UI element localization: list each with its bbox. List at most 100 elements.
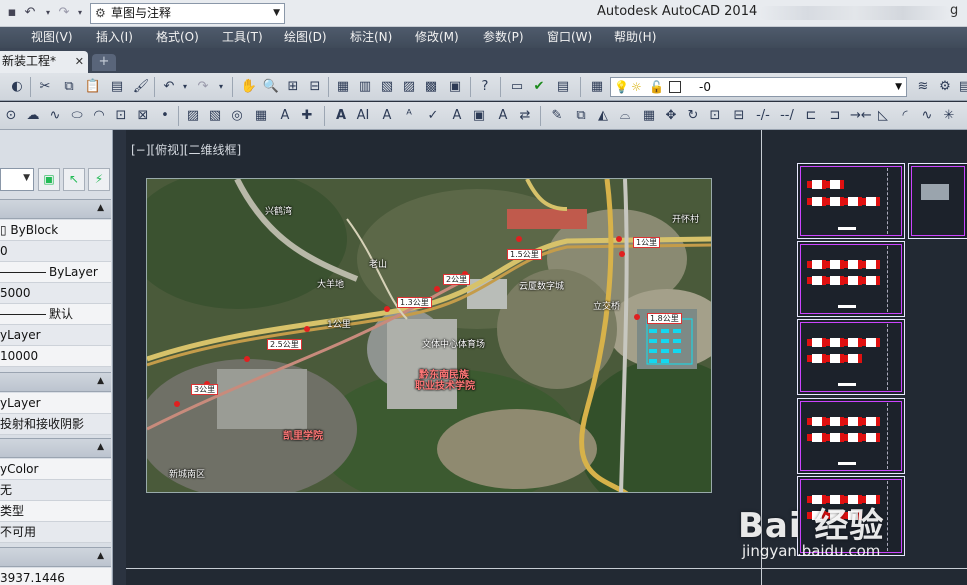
select-objects-button[interactable]: ↖ [63, 168, 85, 191]
section-plot-style-header[interactable]: ▲ [0, 438, 111, 458]
ellipse-arc-icon[interactable]: ◠ [90, 107, 108, 125]
blend-curves-icon[interactable]: ∿ [918, 107, 936, 125]
convert-text-icon[interactable]: ⇄ [516, 107, 534, 125]
match-properties-icon[interactable]: ◐ [8, 78, 26, 96]
layer-control[interactable]: 💡 ☼ 🔓 -0 ▼ [610, 77, 907, 97]
brush-icon[interactable]: 🖌 [132, 78, 150, 96]
property-plot-style-table[interactable]: 无 [0, 480, 111, 501]
workspace-select[interactable]: ⚙ 草图与注释 ▼ [90, 3, 285, 24]
redo-dropdown-icon[interactable]: ▾ [72, 5, 88, 21]
quick-select-button[interactable]: ⚡ [88, 168, 110, 191]
chamfer-icon[interactable]: ◺ [874, 107, 892, 125]
make-block-icon[interactable]: ⊠ [134, 107, 152, 125]
trim-icon[interactable]: -/- [754, 107, 772, 125]
undo-icon[interactable]: ↶ [22, 5, 38, 21]
hatch-icon[interactable]: ▨ [184, 107, 202, 125]
menu-view[interactable]: 视图(V) [31, 29, 73, 46]
property-material[interactable]: yLayer [0, 393, 111, 414]
property-center-x[interactable]: 3937.1446 [0, 568, 111, 585]
toggle-pickadd-button[interactable]: ▣ [38, 168, 60, 191]
chevron-down-icon[interactable]: ▾ [212, 78, 230, 96]
revcloud-icon[interactable]: ☁ [24, 107, 42, 125]
close-icon[interactable]: ✕ [75, 51, 84, 72]
selection-combo[interactable]: ▼ [0, 168, 34, 191]
stretch-icon[interactable]: ⊟ [730, 107, 748, 125]
break-at-point-icon[interactable]: ⊏ [802, 107, 820, 125]
menu-help[interactable]: 帮助(H) [614, 29, 656, 46]
layer-properties-icon[interactable]: ▭ [508, 78, 526, 96]
array-icon[interactable]: ▦ [640, 107, 658, 125]
mtext-icon[interactable]: A [276, 107, 294, 125]
find-replace-icon[interactable]: ᴬ [400, 107, 418, 125]
fillet-icon[interactable]: ◜ [896, 107, 914, 125]
spline-icon[interactable]: ∿ [46, 107, 64, 125]
property-shadow-display[interactable]: 投射和接收阴影 [0, 414, 111, 435]
mirror-icon[interactable]: ◭ [594, 107, 612, 125]
layer-previous-icon[interactable]: ▤ [554, 78, 572, 96]
spell-check-icon[interactable]: ✓ [424, 107, 442, 125]
region-icon[interactable]: ◎ [228, 107, 246, 125]
layer-match-icon[interactable]: ⚙ [936, 78, 954, 96]
make-current-layer-icon[interactable]: ≋ [914, 78, 932, 96]
layer-tools-icon[interactable]: ▤ [956, 78, 967, 96]
undo-dropdown-icon[interactable]: ▾ [40, 5, 56, 21]
layout-sheet[interactable] [797, 241, 905, 317]
menu-draw[interactable]: 绘图(D) [284, 29, 327, 46]
circle-icon[interactable]: ⊙ [2, 107, 20, 125]
design-center-icon[interactable]: ▥ [356, 78, 374, 96]
add-selected-icon[interactable]: ✚ [298, 107, 316, 125]
single-line-text-icon[interactable]: AI [354, 107, 372, 125]
menu-modify[interactable]: 修改(M) [415, 29, 459, 46]
new-tab-button[interactable]: + [92, 54, 116, 71]
chevron-down-icon[interactable]: ▾ [176, 78, 194, 96]
scale-text-icon[interactable]: ▣ [470, 107, 488, 125]
layout-sheet[interactable] [797, 319, 905, 395]
menu-insert[interactable]: 插入(I) [96, 29, 133, 46]
layout-sheet[interactable] [797, 398, 905, 474]
tab-drawing[interactable]: 新装工程* ✕ [0, 51, 88, 73]
menu-parametric[interactable]: 参数(P) [483, 29, 524, 46]
markup-icon[interactable]: ▩ [422, 78, 440, 96]
property-lineweight[interactable]: 默认 [0, 304, 111, 325]
paste-special-icon[interactable]: ▤ [108, 78, 126, 96]
checkmark-icon[interactable]: ✔ [530, 78, 548, 96]
break-icon[interactable]: ⊐ [826, 107, 844, 125]
help-icon[interactable]: ? [476, 78, 494, 96]
menu-tools[interactable]: 工具(T) [222, 29, 263, 46]
viewport-controls[interactable]: [−][俯视][二维线框] [131, 141, 241, 158]
property-thickness[interactable]: 10000 [0, 346, 111, 367]
property-layer[interactable]: 0 [0, 241, 111, 262]
layer-state-icon[interactable]: ▦ [588, 78, 606, 96]
section-view-header[interactable]: ▲ [0, 547, 111, 567]
property-color[interactable]: ▯ ByBlock [0, 220, 111, 241]
menu-dimension[interactable]: 标注(N) [350, 29, 392, 46]
extend-icon[interactable]: --/ [778, 107, 796, 125]
calculator-icon[interactable]: ▣ [446, 78, 464, 96]
layout-sheet[interactable] [908, 163, 967, 239]
point-icon[interactable]: • [156, 107, 174, 125]
text-style-icon[interactable]: A [448, 107, 466, 125]
save-icon[interactable]: ▪ [4, 5, 20, 21]
paste-icon[interactable]: 📋 [84, 78, 102, 96]
layout-sheet[interactable] [797, 163, 905, 239]
join-icon[interactable]: →← [850, 107, 872, 125]
menu-window[interactable]: 窗口(W) [547, 29, 592, 46]
properties-icon[interactable]: ▦ [334, 78, 352, 96]
property-linetype-scale[interactable]: 5000 [0, 283, 111, 304]
explode-icon[interactable]: ✳ [940, 107, 958, 125]
redo-icon[interactable]: ↷ [56, 5, 72, 21]
erase-icon[interactable]: ✎ [548, 107, 566, 125]
multiline-text-icon[interactable]: A [332, 107, 350, 125]
edit-text-icon[interactable]: A [378, 107, 396, 125]
property-plot-style[interactable]: yColor [0, 459, 111, 480]
justify-text-icon[interactable]: A [494, 107, 512, 125]
redo-icon[interactable]: ↷ [194, 78, 212, 96]
offset-icon[interactable]: ⌓ [616, 107, 634, 125]
section-3d-effects-header[interactable]: ▲ [0, 372, 111, 392]
gradient-icon[interactable]: ▧ [206, 107, 224, 125]
move-icon[interactable]: ✥ [662, 107, 680, 125]
tool-palettes-icon[interactable]: ▧ [378, 78, 396, 96]
rotate-icon[interactable]: ↻ [684, 107, 702, 125]
pan-icon[interactable]: ✋ [240, 78, 258, 96]
cut-icon[interactable]: ✂ [36, 78, 54, 96]
